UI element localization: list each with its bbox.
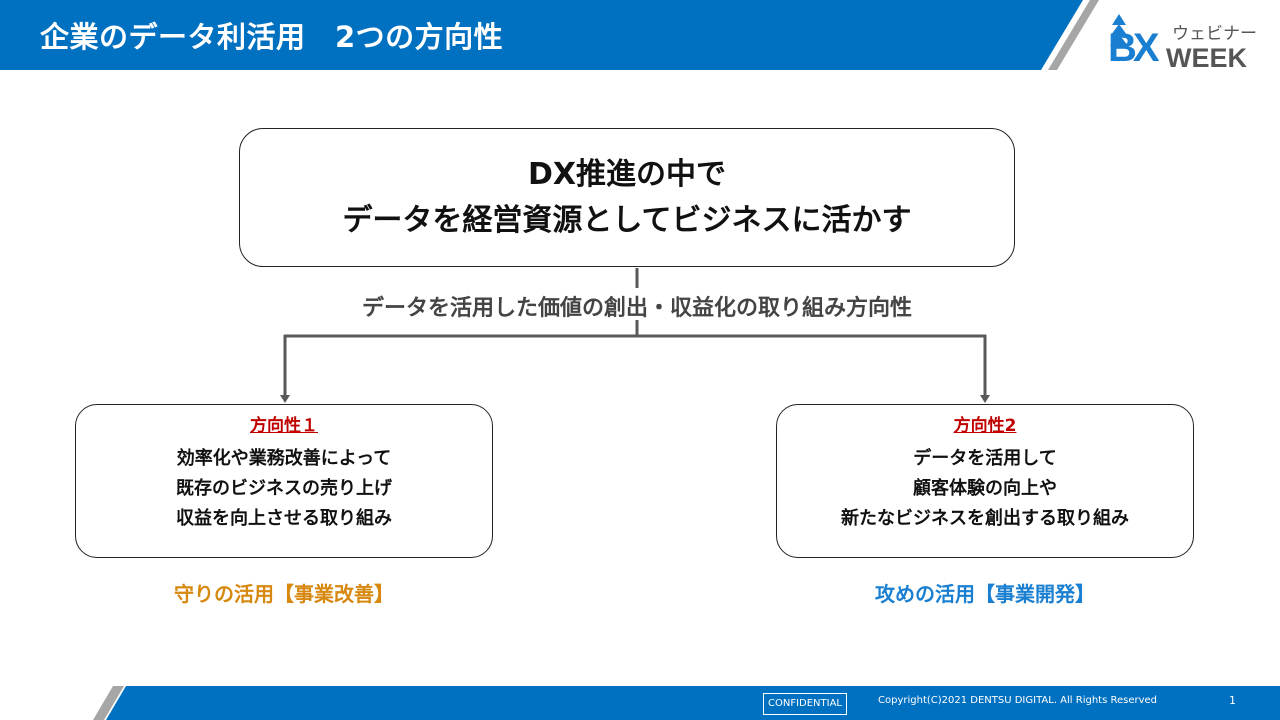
- connector-label: データを活用した価値の創出・収益化の取り組み方向性: [361, 296, 912, 321]
- confidential-badge: CONFIDENTIAL: [763, 693, 848, 715]
- direction-1-line: 既存のビジネスの売り上げ: [176, 478, 392, 499]
- footer-bar: CONFIDENTIAL Copyright(C)2021 DENTSU DIG…: [0, 686, 1280, 720]
- page-number: 1: [1229, 694, 1236, 707]
- direction-1-box: 方向性１ 効率化や業務改善によって 既存のビジネスの売り上げ 収益を向上させる取…: [75, 404, 493, 558]
- direction-2-line: 新たなビジネスを創出する取り組み: [841, 508, 1129, 529]
- direction-2-caption: 攻めの活用【事業開発】: [875, 582, 1095, 606]
- direction-1-line: 効率化や業務改善によって: [176, 448, 392, 469]
- direction-2-line: 顧客体験の向上や: [913, 478, 1057, 499]
- tree-connector: [280, 268, 990, 403]
- copyright-text: Copyright(C)2021 DENTSU DIGITAL. All Rig…: [878, 695, 1158, 706]
- direction-2-title: 方向性2: [953, 416, 1017, 436]
- arrow-down-right-icon: [980, 395, 990, 403]
- arrow-down-left-icon: [280, 395, 290, 403]
- direction-1-caption: 守りの活用【事業改善】: [174, 582, 394, 606]
- direction-2-line: データを活用して: [913, 448, 1057, 469]
- direction-1-line: 収益を向上させる取り組み: [176, 508, 392, 529]
- direction-1-title: 方向性１: [250, 416, 318, 436]
- direction-2-box: 方向性2 データを活用して 顧客体験の向上や 新たなビジネスを創出する取り組み: [776, 404, 1194, 558]
